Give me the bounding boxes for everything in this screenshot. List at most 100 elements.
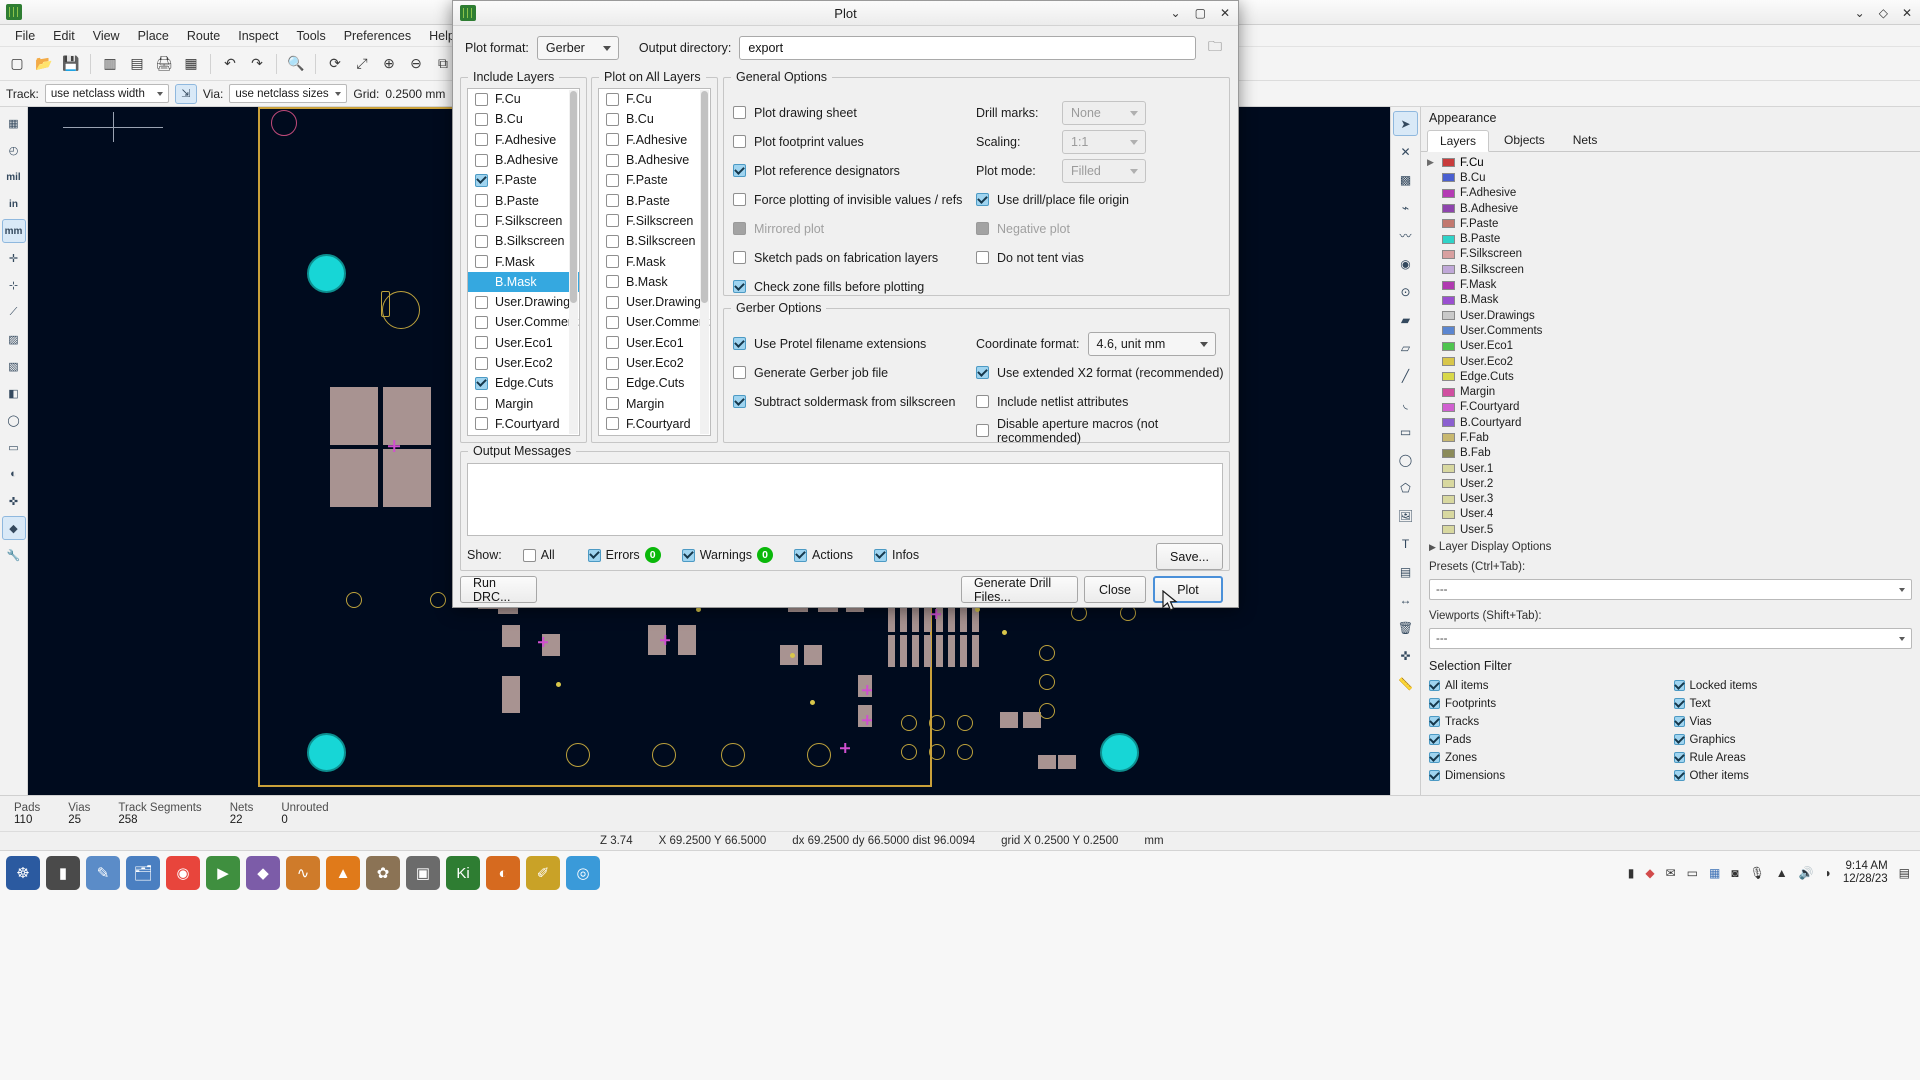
checkbox[interactable] [1429,734,1440,746]
layer-row[interactable]: User.Eco1 [468,333,579,353]
filter-errors[interactable]: Errors 0 [587,547,661,563]
add-polygon-icon[interactable]: ⬠ [1393,475,1418,500]
eye-icon[interactable] [1427,387,1437,397]
layer-row[interactable]: Edge.Cuts [468,373,579,393]
layer-row[interactable]: F.Mask [599,251,710,271]
appearance-layer-row[interactable]: ▶ F.Cu [1425,155,1920,170]
checkbox[interactable] [733,395,746,408]
add-rectangle-icon[interactable]: ▭ [1393,419,1418,444]
plot-all-layers-listbox[interactable]: F.Cu B.Cu F.Adhesive B.Adhesive F.Paste B.Pas… [598,88,711,436]
checkbox[interactable] [1429,698,1440,710]
checkbox[interactable] [475,356,488,370]
eye-icon[interactable] [1427,311,1437,321]
appearance-layer-row[interactable]: F.Courtyard [1425,400,1920,415]
plot-format-combo[interactable]: Gerber [536,36,619,60]
selection-filter-item[interactable]: Vias [1673,713,1913,730]
taskbar-chrome[interactable]: ◉ [166,856,200,890]
layer-row[interactable]: B.Silkscreen [599,231,710,251]
minimize-icon[interactable]: ⌄ [1855,6,1865,20]
folder-icon[interactable]: 🗀 [1204,37,1226,59]
track-sketch-icon[interactable]: ▭ [2,435,26,459]
check-plot-footprint-values[interactable]: Plot footprint values [733,127,993,156]
page-settings-icon[interactable]: ▤ [124,51,150,77]
draw-origin-icon[interactable]: ✜ [2,489,26,513]
tune-length-icon[interactable]: ◉ [1393,251,1418,276]
close-button[interactable]: Close [1084,576,1146,603]
eye-icon[interactable] [1427,479,1437,489]
checkbox[interactable] [976,424,989,437]
taskbar-blender[interactable]: ◐ [486,856,520,890]
appearance-layer-row[interactable]: User.Comments [1425,323,1920,338]
eye-icon[interactable] [1427,219,1437,229]
eye-icon[interactable] [1427,234,1437,244]
menu-edit[interactable]: Edit [44,27,84,45]
checkbox[interactable] [1673,698,1685,710]
checkbox[interactable] [976,395,989,408]
layer-row[interactable]: F.Adhesive [468,130,579,150]
board-setup-icon[interactable]: ▥ [97,51,123,77]
add-line-icon[interactable]: ╱ [1393,363,1418,388]
layer-row[interactable]: Margin [599,393,710,413]
checkbox[interactable] [733,193,746,206]
zoom-fit-icon[interactable]: ⤢ [349,51,375,77]
checkbox[interactable] [475,376,488,390]
layer-row[interactable]: Edge.Cuts [599,373,710,393]
start-button[interactable]: ☸ [6,856,40,890]
appearance-layer-row[interactable]: F.Silkscreen [1425,247,1920,262]
checkbox[interactable] [1673,716,1685,728]
taskbar-audio-editor[interactable]: ∿ [286,856,320,890]
check-use-extended-x2[interactable]: Use extended X2 format (recommended) [976,358,1226,387]
plot-all-layers-items[interactable]: F.Cu B.Cu F.Adhesive B.Adhesive F.Paste B.Pas… [599,89,710,434]
appearance-layer-row[interactable]: B.Adhesive [1425,201,1920,216]
appearance-tabs[interactable]: Layers Objects Nets [1421,129,1920,152]
checkbox[interactable] [475,417,488,431]
layer-color-swatch[interactable] [1442,448,1455,458]
checkbox[interactable] [522,548,536,562]
checkbox[interactable] [475,397,488,411]
taskbar-text-editor[interactable]: ✎ [86,856,120,890]
filter-actions[interactable]: Actions [794,548,853,562]
taskbar-files[interactable]: 🗂 [126,856,160,890]
selection-filter-item[interactable]: Rule Areas [1673,749,1913,766]
taskbar-kicad-active[interactable]: Ki [446,856,480,890]
appearance-layer-row[interactable]: User.Eco2 [1425,354,1920,369]
add-via-icon[interactable]: ⊙ [1393,279,1418,304]
taskbar-gimp[interactable]: ✿ [366,856,400,890]
appearance-layer-row[interactable]: B.Mask [1425,293,1920,308]
layer-color-swatch[interactable] [1442,204,1455,214]
selection-filter-item[interactable]: Tracks [1429,713,1668,730]
checkbox[interactable] [794,548,808,562]
delete-tool-icon[interactable]: 🗑 [1393,615,1418,640]
tray-dropbox-icon[interactable]: ◆ [1645,866,1654,880]
checkbox[interactable] [606,133,619,147]
include-layers-items[interactable]: F.Cu B.Cu F.Adhesive B.Adhesive F.Paste B.Pas… [468,89,579,434]
viewports-combo[interactable]: --- [1429,628,1912,650]
checkbox[interactable] [1673,770,1685,782]
tray-network-icon[interactable]: ▲ [1776,866,1788,880]
tray-volume-icon[interactable]: 🔊 [1799,866,1814,880]
appearance-layer-row[interactable]: User.1 [1425,461,1920,476]
layer-row[interactable]: User.Comments [468,312,579,332]
checkbox[interactable] [606,173,619,187]
layer-color-swatch[interactable] [1442,341,1455,351]
plot-all-layers-scrollbar[interactable] [700,90,709,434]
layer-color-swatch[interactable] [1442,173,1455,183]
route-tracks-icon[interactable]: ⌁ [1393,195,1418,220]
layer-row[interactable]: B.Cu [468,109,579,129]
check-check-zone-fills[interactable]: Check zone fills before plotting [733,272,993,301]
layer-color-swatch[interactable] [1442,494,1455,504]
tray-mic-icon[interactable]: 🎙 [1750,866,1765,880]
check-disable-aperture-macros[interactable]: Disable aperture macros (not recommended… [976,416,1226,445]
layer-row[interactable]: B.Mask [468,271,579,292]
appearance-layer-row[interactable]: B.Paste [1425,231,1920,246]
checkbox[interactable] [976,366,989,379]
filter-infos[interactable]: Infos [874,548,919,562]
measure-tool-icon[interactable]: 📏 [1393,671,1418,696]
grid-toggle-icon[interactable]: ▦ [2,111,26,135]
checkbox[interactable] [606,255,619,269]
selection-filter-item[interactable]: Pads [1429,731,1668,748]
checkbox[interactable] [733,135,746,148]
layer-row[interactable]: F.Cu [599,89,710,109]
save-messages-button[interactable]: Save... [1156,543,1223,570]
taskbar-app-6[interactable]: ◆ [246,856,280,890]
